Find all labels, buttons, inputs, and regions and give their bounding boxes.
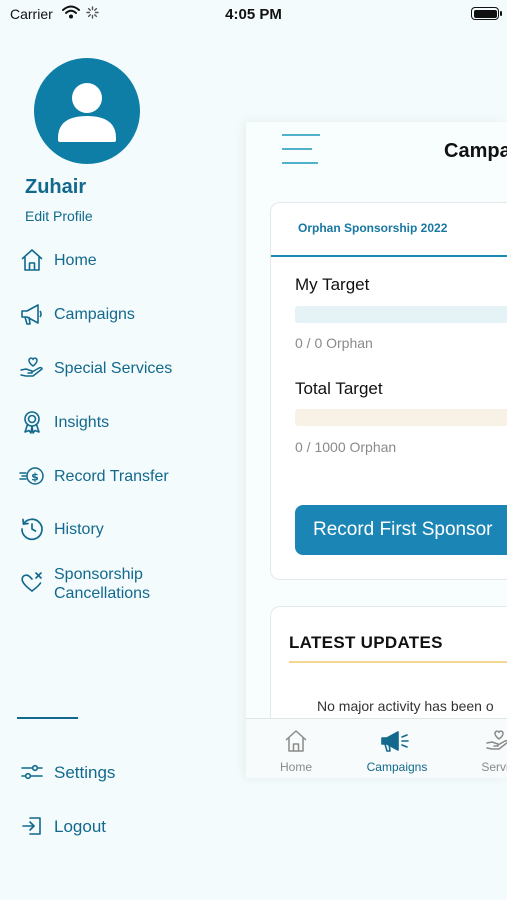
drawer-item-label: Record Transfer: [54, 467, 169, 485]
drawer-item-history[interactable]: History: [18, 515, 104, 543]
tab-label: Home: [279, 760, 312, 774]
user-icon: [58, 83, 116, 142]
page-title: Campa: [444, 140, 507, 162]
heart-hand-icon: [458, 727, 507, 755]
campaign-card: Orphan Sponsorship 2022 My Target 0 / 0 …: [270, 202, 507, 580]
drawer-item-label: History: [54, 520, 104, 538]
award-icon: [18, 408, 46, 436]
drawer-item-label: Campaigns: [54, 305, 135, 323]
my-target-count: 0 / 0 Orphan: [295, 335, 373, 351]
money-transfer-icon: $: [18, 462, 46, 490]
main-panel: Campa Orphan Sponsorship 2022 My Target …: [246, 122, 507, 778]
tab-campaigns[interactable]: Campaigns: [357, 727, 437, 774]
tab-services[interactable]: Servic: [458, 727, 507, 774]
history-icon: [18, 515, 46, 543]
menu-hamburger-icon[interactable]: [282, 134, 320, 164]
drawer-item-insights[interactable]: Insights: [18, 408, 109, 436]
total-target-count: 0 / 1000 Orphan: [295, 439, 397, 455]
bottom-tab-bar: Home Campaigns Servic: [246, 718, 507, 778]
megaphone-icon: [357, 727, 437, 755]
record-first-sponsorship-button[interactable]: Record First Sponsor: [295, 505, 507, 555]
my-target-title: My Target: [295, 275, 370, 294]
tab-label: Campaigns: [366, 760, 428, 774]
tab-label: Servic: [481, 760, 507, 774]
sliders-icon: [18, 758, 46, 786]
my-target-progress-bar: [295, 306, 507, 323]
total-target-title: Total Target: [295, 379, 383, 398]
logout-icon: [18, 812, 46, 840]
profile-name: Zuhair: [25, 176, 87, 198]
tab-underline: [271, 255, 507, 257]
latest-updates-empty-text: No major activity has been o: [317, 698, 494, 714]
drawer-item-label: Special Services: [54, 359, 173, 377]
total-target-progress-bar: [295, 409, 507, 426]
home-icon: [256, 727, 336, 755]
heart-hand-icon: [18, 354, 46, 382]
drawer-item-label: Sponsorship Cancellations: [54, 566, 151, 602]
home-icon: [18, 246, 46, 274]
megaphone-icon: [18, 300, 46, 328]
drawer-item-campaigns[interactable]: Campaigns: [18, 300, 135, 328]
drawer-divider: [17, 717, 78, 719]
svg-text:$: $: [31, 471, 39, 484]
status-time: 4:05 PM: [225, 6, 282, 23]
tab-campaign[interactable]: Orphan Sponsorship 2022: [298, 221, 447, 235]
battery-icon: [471, 7, 502, 20]
drawer-item-record-transfer[interactable]: $ Record Transfer: [18, 462, 169, 490]
drawer-item-settings[interactable]: Settings: [18, 758, 115, 786]
latest-updates-title: LATEST UPDATES: [289, 633, 443, 652]
drawer-item-label: Logout: [54, 816, 106, 836]
edit-profile-link[interactable]: Edit Profile: [25, 208, 93, 224]
drawer-item-home[interactable]: Home: [18, 246, 97, 274]
drawer-item-label: Insights: [54, 413, 110, 431]
tab-home[interactable]: Home: [256, 727, 336, 774]
drawer-item-special-services[interactable]: Special Services: [18, 354, 172, 382]
avatar[interactable]: [34, 58, 140, 164]
drawer-item-sponsorship-cancellations[interactable]: Sponsorship Cancellations: [18, 565, 194, 603]
status-bar: Carrier 4:05 PM: [0, 0, 507, 30]
drawer-item-label: Settings: [54, 762, 116, 782]
latest-updates-underline: [289, 661, 507, 663]
heart-cancel-icon: [18, 568, 46, 596]
drawer-item-logout[interactable]: Logout: [18, 812, 106, 840]
drawer-item-label: Home: [54, 251, 97, 269]
